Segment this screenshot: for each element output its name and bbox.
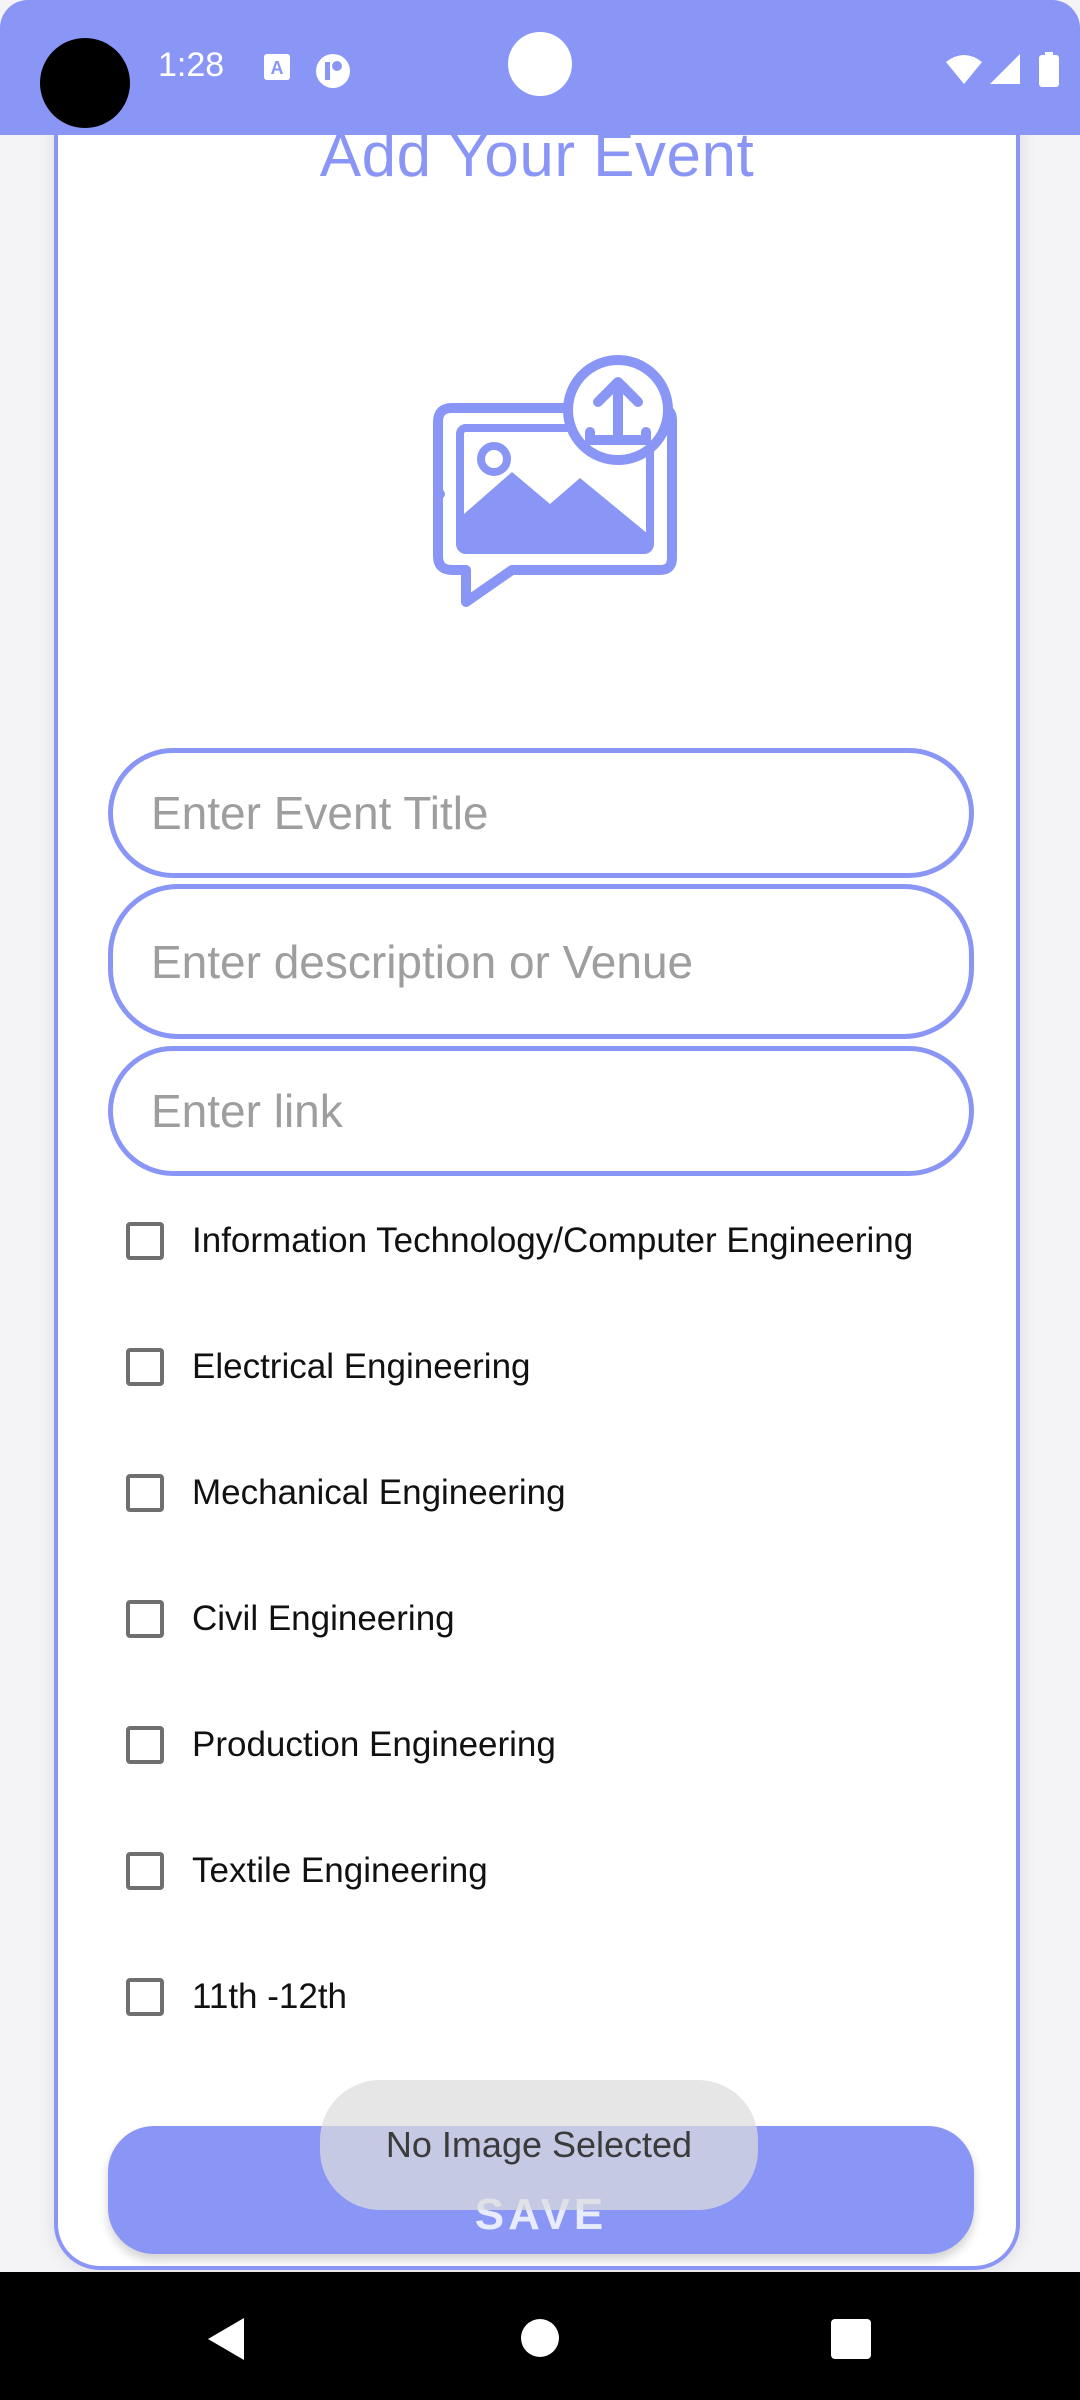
event-link-input[interactable]: Enter link bbox=[108, 1046, 974, 1176]
checkbox-mechanical[interactable] bbox=[126, 1474, 164, 1512]
navigation-bar bbox=[0, 2272, 1080, 2400]
event-link-placeholder: Enter link bbox=[151, 1085, 343, 1137]
svg-text:A: A bbox=[271, 58, 284, 78]
image-upload-icon[interactable] bbox=[420, 344, 720, 684]
checkbox-production[interactable] bbox=[126, 1726, 164, 1764]
checkbox-textile[interactable] bbox=[126, 1852, 164, 1890]
status-bar: 1:28 A bbox=[0, 0, 1080, 135]
checkbox-label: Production Engineering bbox=[192, 1725, 556, 1764]
checkbox-label: Electrical Engineering bbox=[192, 1347, 531, 1386]
wifi-icon bbox=[946, 55, 982, 84]
toast-text: No Image Selected bbox=[385, 2124, 693, 2165]
checkbox-label: Textile Engineering bbox=[192, 1851, 488, 1890]
back-icon[interactable] bbox=[204, 2316, 248, 2362]
event-title-placeholder: Enter Event Title bbox=[151, 787, 489, 839]
checkbox-label: Mechanical Engineering bbox=[192, 1473, 566, 1512]
center-camera bbox=[508, 32, 572, 96]
checkbox-row-electrical[interactable]: Electrical Engineering bbox=[126, 1332, 531, 1402]
checkbox-label: Civil Engineering bbox=[192, 1599, 455, 1638]
checkbox-row-civil[interactable]: Civil Engineering bbox=[126, 1584, 455, 1654]
checkbox-row-11th-12th[interactable]: 11th -12th bbox=[126, 1962, 347, 2032]
checkbox-it[interactable] bbox=[126, 1222, 164, 1260]
recents-icon[interactable] bbox=[830, 2318, 872, 2360]
battery-icon bbox=[1039, 52, 1059, 87]
status-time: 1:28 bbox=[158, 46, 225, 84]
translate-icon: A bbox=[264, 54, 290, 80]
event-title-input[interactable]: Enter Event Title bbox=[108, 748, 974, 878]
checkbox-electrical[interactable] bbox=[126, 1348, 164, 1386]
app-badge-icon bbox=[316, 54, 350, 88]
front-camera bbox=[40, 38, 130, 128]
home-icon[interactable] bbox=[520, 2318, 560, 2358]
toast-message: No Image Selected bbox=[320, 2080, 758, 2210]
checkbox-row-it[interactable]: Information Technology/Computer Engineer… bbox=[126, 1206, 913, 1276]
checkbox-row-production[interactable]: Production Engineering bbox=[126, 1710, 556, 1780]
signal-icon bbox=[990, 54, 1020, 84]
event-description-placeholder: Enter description or Venue bbox=[151, 935, 694, 988]
checkbox-civil[interactable] bbox=[126, 1600, 164, 1638]
checkbox-label: 11th -12th bbox=[192, 1977, 348, 2016]
event-description-input[interactable]: Enter description or Venue bbox=[108, 884, 974, 1039]
checkbox-11th-12th[interactable] bbox=[126, 1978, 164, 2016]
checkbox-row-mechanical[interactable]: Mechanical Engineering bbox=[126, 1458, 566, 1528]
event-form-card: Add Your Event Enter Event Title Enter d… bbox=[54, 60, 1020, 2270]
checkbox-label: Information Technology/Computer Engineer… bbox=[192, 1221, 914, 1260]
checkbox-row-textile[interactable]: Textile Engineering bbox=[126, 1836, 488, 1906]
